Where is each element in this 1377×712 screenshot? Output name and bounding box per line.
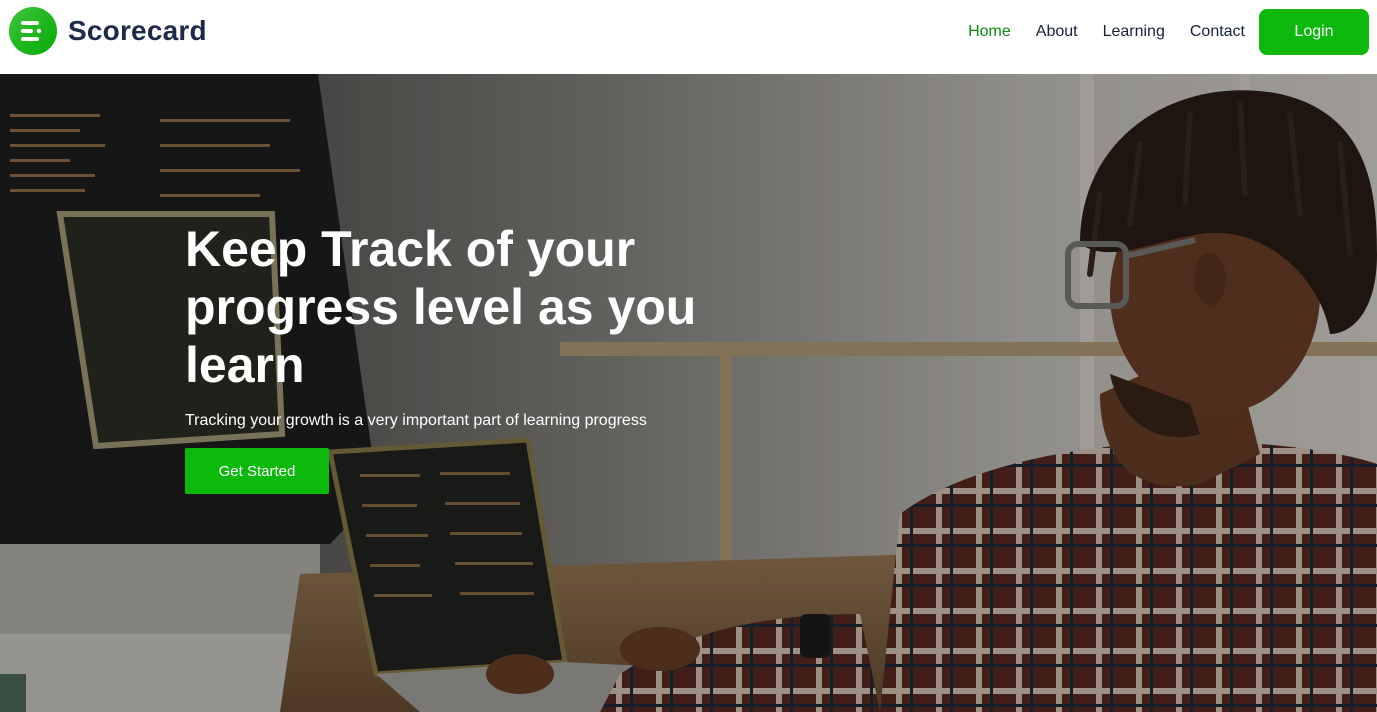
navbar: Scorecard Home About Learning Contact Lo…: [0, 0, 1377, 74]
nav-learning[interactable]: Learning: [1103, 23, 1165, 41]
list-lines-icon: [9, 7, 57, 55]
nav-about[interactable]: About: [1036, 23, 1078, 41]
hero-subtitle: Tracking your growth is a very important…: [185, 412, 647, 429]
nav-contact[interactable]: Contact: [1190, 23, 1245, 41]
login-button[interactable]: Login: [1259, 9, 1369, 55]
hero-section: Keep Track of your progress level as you…: [0, 74, 1377, 712]
brand-logo[interactable]: Scorecard: [8, 6, 207, 56]
brand-name: Scorecard: [68, 15, 207, 46]
hero-title: Keep Track of your progress level as you…: [185, 221, 697, 393]
main-nav: Home About Learning Contact: [968, 0, 1245, 64]
get-started-button[interactable]: Get Started: [185, 448, 329, 494]
nav-home[interactable]: Home: [968, 23, 1011, 41]
hero-content: Keep Track of your progress level as you…: [185, 220, 745, 494]
